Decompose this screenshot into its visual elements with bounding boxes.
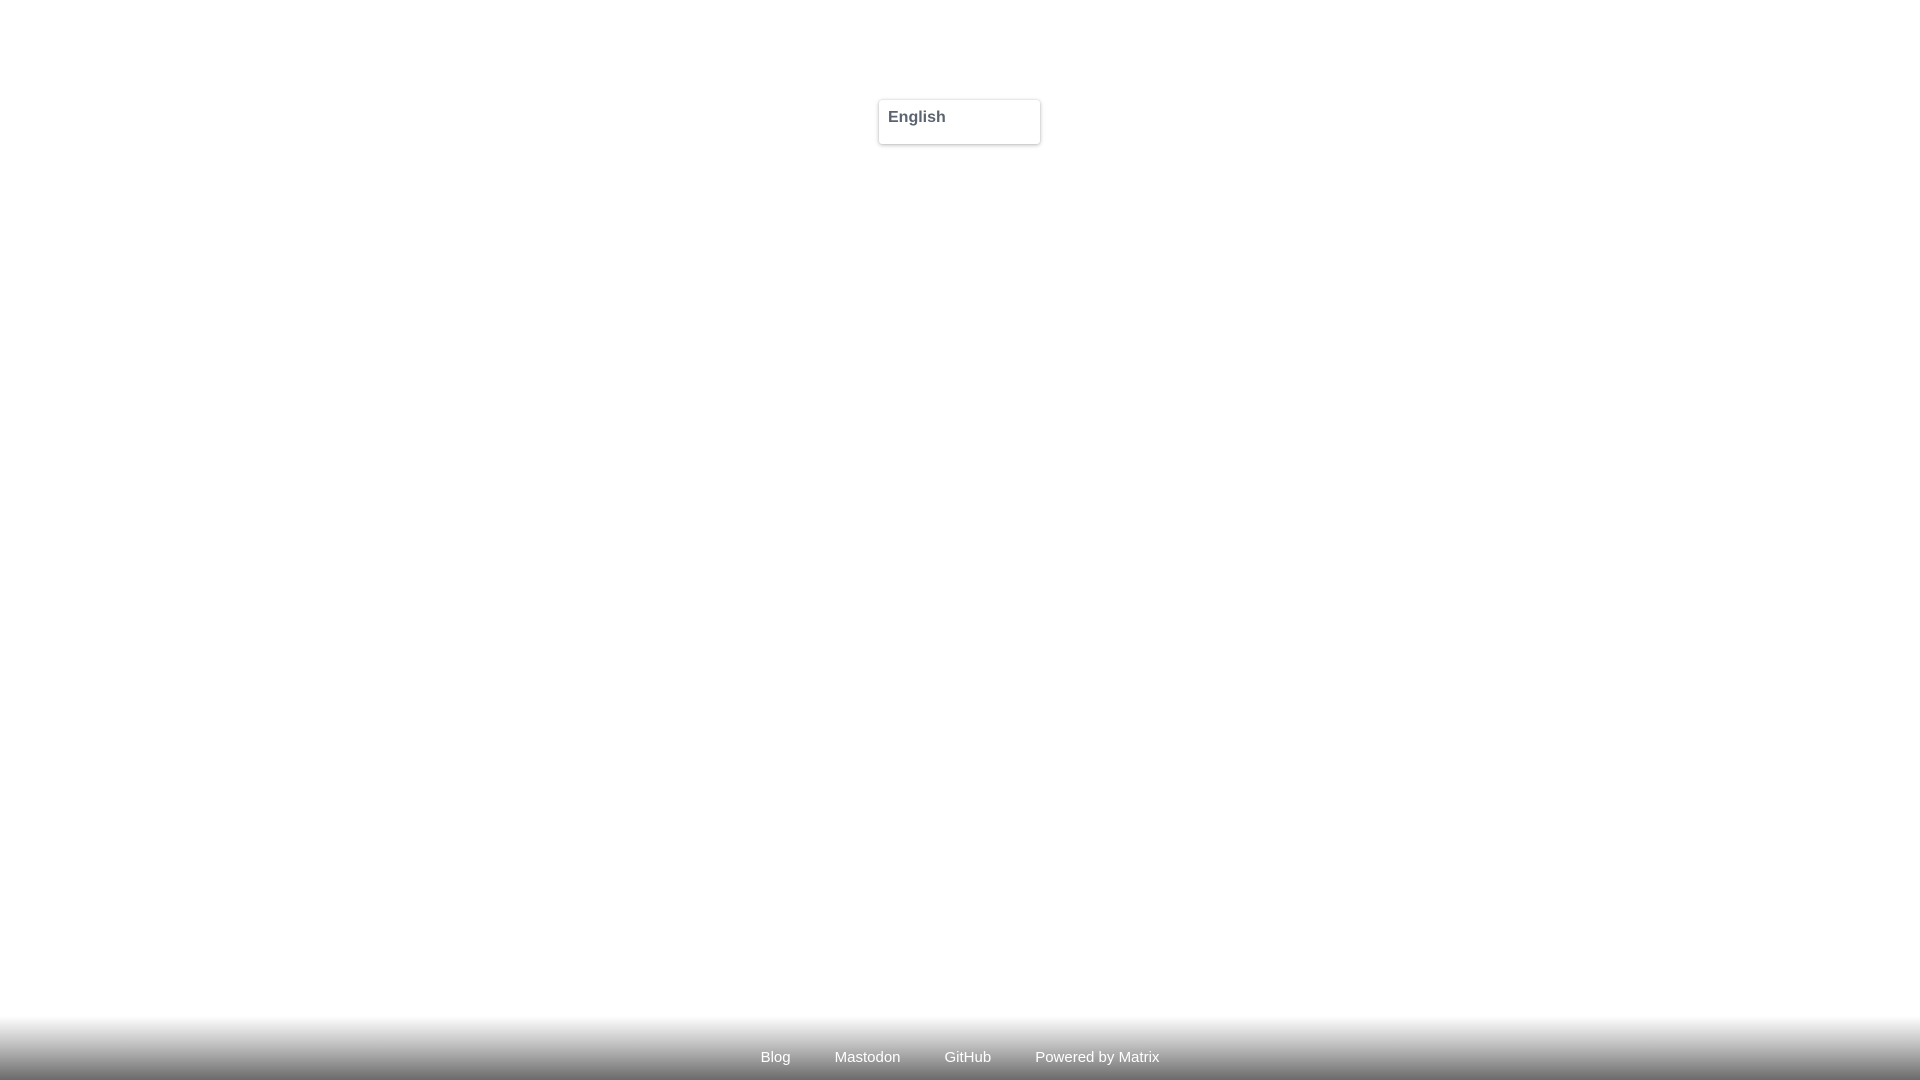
page: English Blog Mastodon GitHub Powered by … — [0, 0, 1920, 1080]
language-dropdown[interactable]: English — [879, 100, 1040, 144]
footer-link-blog[interactable]: Blog — [761, 1049, 791, 1066]
footer: Blog Mastodon GitHub Powered by Matrix — [0, 1016, 1920, 1080]
footer-link-powered-by-matrix[interactable]: Powered by Matrix — [1035, 1049, 1159, 1066]
footer-links: Blog Mastodon GitHub Powered by Matrix — [761, 1049, 1160, 1066]
footer-link-mastodon[interactable]: Mastodon — [835, 1049, 901, 1066]
language-selected-value: English — [888, 109, 946, 126]
footer-link-github[interactable]: GitHub — [945, 1049, 992, 1066]
